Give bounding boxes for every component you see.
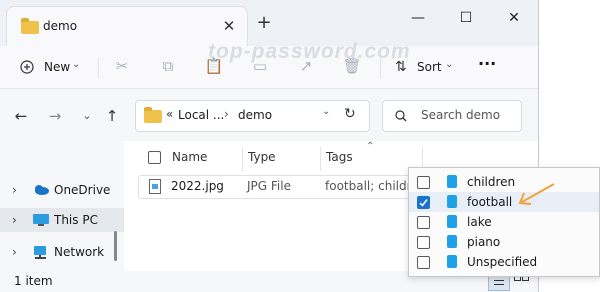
copy-icon[interactable]: ⧉ bbox=[158, 56, 178, 76]
breadcrumb-demo[interactable]: demo bbox=[238, 108, 272, 122]
search-placeholder: Search demo bbox=[421, 108, 501, 122]
tag-option-football[interactable]: football bbox=[409, 192, 599, 212]
column-header-type[interactable]: Type bbox=[248, 150, 276, 164]
sidebar-item-label: Network bbox=[54, 245, 105, 259]
sidebar-item-onedrive[interactable]: › OneDrive bbox=[0, 178, 124, 202]
forward-icon[interactable]: → bbox=[44, 105, 66, 127]
breadcrumb-separator: › bbox=[224, 107, 229, 121]
new-label: New bbox=[44, 60, 71, 74]
chevron-down-icon: ⌄ bbox=[445, 59, 454, 70]
tag-icon bbox=[447, 175, 457, 188]
folder-icon bbox=[144, 107, 162, 123]
search-box[interactable]: Search demo bbox=[382, 100, 522, 132]
tag-icon bbox=[447, 255, 457, 268]
folder-icon bbox=[21, 18, 39, 34]
item-count: 1 item bbox=[14, 274, 53, 288]
maximize-button[interactable]: ☐ bbox=[443, 6, 489, 32]
image-file-icon bbox=[149, 179, 161, 194]
cut-icon[interactable]: ✂ bbox=[112, 56, 132, 76]
search-icon bbox=[395, 110, 407, 122]
column-header-tags[interactable]: Tags bbox=[326, 150, 353, 164]
expand-chevron-icon[interactable]: › bbox=[12, 178, 17, 202]
tag-checkbox[interactable] bbox=[417, 256, 430, 269]
minimize-button[interactable]: — bbox=[395, 6, 441, 32]
annotation-arrow-icon bbox=[518, 183, 555, 205]
select-all-checkbox[interactable] bbox=[148, 151, 161, 164]
navigation-pane: › OneDrive › This PC › Network bbox=[0, 141, 124, 271]
tag-option-lake[interactable]: lake bbox=[409, 212, 599, 232]
chevron-down-icon: ⌄ bbox=[72, 59, 81, 70]
file-tags[interactable]: football; children bbox=[325, 179, 417, 193]
sort-label: Sort bbox=[417, 60, 442, 74]
file-name: 2022.jpg bbox=[171, 179, 224, 193]
sidebar-item-this-pc[interactable]: › This PC bbox=[0, 208, 124, 232]
tag-label: lake bbox=[467, 215, 492, 229]
tag-checkbox[interactable] bbox=[417, 176, 430, 189]
tag-label: piano bbox=[467, 235, 501, 249]
chevron-down-icon[interactable]: ⌄ bbox=[322, 106, 330, 117]
tag-label: football bbox=[467, 195, 513, 209]
tag-icon bbox=[447, 195, 457, 208]
column-divider[interactable] bbox=[320, 147, 321, 171]
watermark: top-password.com bbox=[208, 40, 411, 63]
cloud-icon bbox=[35, 185, 49, 195]
tag-icon bbox=[447, 235, 457, 248]
navigation-bar: ← → ⌄ ↑ « Local ... › demo ⌄ ↻ Search de… bbox=[0, 89, 538, 141]
tab-title: demo bbox=[43, 19, 78, 33]
network-icon bbox=[34, 246, 46, 259]
new-tab-button[interactable]: + bbox=[252, 12, 276, 36]
breadcrumb-local[interactable]: Local ... bbox=[178, 108, 224, 122]
table-row[interactable]: 2022.jpg JPG File football; children bbox=[138, 175, 420, 199]
address-bar[interactable]: « Local ... › demo ⌄ ↻ bbox=[135, 100, 370, 132]
close-window-button[interactable]: ✕ bbox=[491, 6, 537, 32]
overflow-chevron[interactable]: « bbox=[166, 107, 173, 121]
column-header-name[interactable]: Name bbox=[172, 150, 207, 164]
more-options-icon[interactable]: ··· bbox=[478, 54, 496, 73]
tag-option-piano[interactable]: piano bbox=[409, 232, 599, 252]
sidebar-scrollbar[interactable] bbox=[114, 231, 117, 261]
up-icon[interactable]: ↑ bbox=[101, 105, 123, 127]
tag-checkbox[interactable] bbox=[417, 236, 430, 249]
sidebar-item-network[interactable]: › Network bbox=[0, 240, 124, 264]
sidebar-item-label: This PC bbox=[54, 213, 98, 227]
tags-dropdown: children football lake piano Unspecified bbox=[408, 167, 600, 277]
tag-checkbox-checked[interactable] bbox=[417, 196, 430, 209]
sidebar-item-label: OneDrive bbox=[54, 183, 111, 197]
divider bbox=[98, 58, 99, 78]
sort-arrow-icon: ⌃ bbox=[366, 141, 375, 152]
tag-label: children bbox=[467, 175, 516, 189]
expand-chevron-icon[interactable]: › bbox=[12, 208, 17, 232]
close-tab-icon[interactable]: ✕ bbox=[217, 15, 241, 37]
file-type: JPG File bbox=[247, 179, 291, 193]
column-divider[interactable] bbox=[242, 147, 243, 171]
plus-circle-icon bbox=[20, 60, 34, 74]
expand-chevron-icon[interactable]: › bbox=[12, 240, 17, 264]
refresh-icon[interactable]: ↻ bbox=[344, 106, 356, 122]
computer-icon bbox=[33, 214, 49, 226]
tag-icon bbox=[447, 215, 457, 228]
tag-label: Unspecified bbox=[467, 255, 538, 269]
tag-option-children[interactable]: children bbox=[409, 172, 599, 192]
tag-checkbox[interactable] bbox=[417, 216, 430, 229]
back-icon[interactable]: ← bbox=[10, 105, 32, 127]
tag-option-unspecified[interactable]: Unspecified bbox=[409, 252, 599, 272]
recent-locations-icon[interactable]: ⌄ bbox=[76, 105, 98, 127]
